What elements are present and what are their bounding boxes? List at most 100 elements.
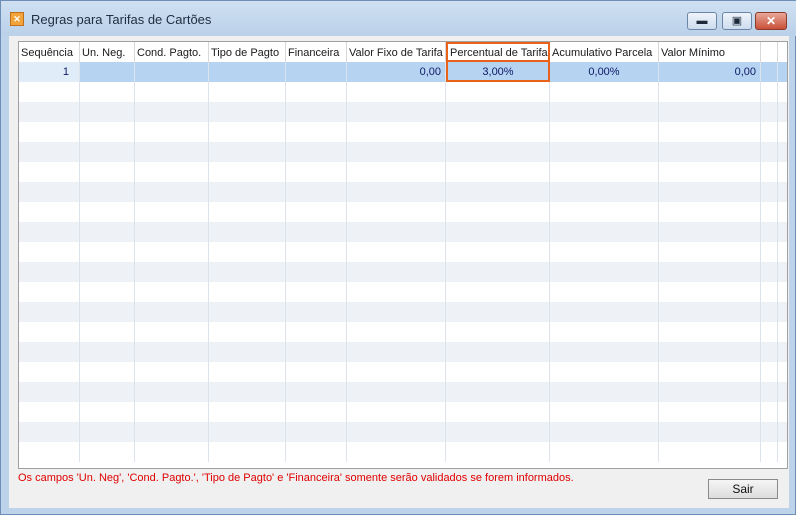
empty-cell[interactable] [80, 382, 135, 402]
column-header-un-neg[interactable]: Un. Neg. [80, 42, 135, 62]
empty-cell[interactable] [209, 442, 286, 462]
empty-cell[interactable] [659, 342, 761, 362]
empty-cell[interactable] [209, 202, 286, 222]
empty-cell[interactable] [286, 362, 347, 382]
empty-cell[interactable] [347, 382, 446, 402]
empty-cell[interactable] [209, 302, 286, 322]
empty-cell[interactable] [761, 342, 778, 362]
empty-cell[interactable] [135, 202, 209, 222]
empty-cell[interactable] [286, 102, 347, 122]
empty-cell[interactable] [80, 82, 135, 102]
empty-cell[interactable] [761, 322, 778, 342]
empty-cell[interactable] [209, 182, 286, 202]
empty-cell[interactable] [135, 242, 209, 262]
empty-cell[interactable] [209, 162, 286, 182]
empty-cell[interactable] [550, 122, 659, 142]
empty-row[interactable] [19, 222, 787, 242]
empty-cell[interactable] [80, 242, 135, 262]
empty-cell[interactable] [80, 202, 135, 222]
empty-cell[interactable] [347, 102, 446, 122]
cell-cond-pagto[interactable] [135, 62, 209, 82]
empty-cell[interactable] [135, 322, 209, 342]
empty-cell[interactable] [659, 422, 761, 442]
empty-cell[interactable] [209, 322, 286, 342]
empty-cell[interactable] [286, 162, 347, 182]
empty-cell[interactable] [347, 342, 446, 362]
empty-cell[interactable] [19, 282, 80, 302]
empty-cell[interactable] [286, 82, 347, 102]
empty-cell[interactable] [80, 122, 135, 142]
empty-cell[interactable] [286, 262, 347, 282]
empty-cell[interactable] [80, 342, 135, 362]
title-bar[interactable]: ✕ Regras para Tarifas de Cartões ▬ ▣ ✕ [1, 1, 796, 36]
empty-cell[interactable] [347, 302, 446, 322]
cell-percentual[interactable]: 3,00% [446, 62, 550, 82]
empty-cell[interactable] [659, 222, 761, 242]
empty-cell[interactable] [135, 422, 209, 442]
empty-cell[interactable] [19, 102, 80, 122]
empty-row[interactable] [19, 302, 787, 322]
empty-cell[interactable] [659, 122, 761, 142]
empty-row[interactable] [19, 162, 787, 182]
empty-cell[interactable] [446, 262, 550, 282]
empty-cell[interactable] [550, 202, 659, 222]
empty-cell[interactable] [446, 82, 550, 102]
empty-cell[interactable] [19, 182, 80, 202]
column-header-valor-fixo[interactable]: Valor Fixo de Tarifa [347, 42, 446, 62]
empty-cell[interactable] [19, 422, 80, 442]
tarifas-grid[interactable]: Sequência Un. Neg. Cond. Pagto. Tipo de … [18, 41, 788, 469]
empty-cell[interactable] [135, 302, 209, 322]
column-header-tipo-pagto[interactable]: Tipo de Pagto [209, 42, 286, 62]
empty-cell[interactable] [19, 442, 80, 462]
empty-row[interactable] [19, 422, 787, 442]
table-row[interactable]: 1 0,00 3,00% 0,00% 0,00 [19, 62, 787, 82]
empty-cell[interactable] [550, 162, 659, 182]
empty-cell[interactable] [659, 202, 761, 222]
empty-row[interactable] [19, 282, 787, 302]
empty-cell[interactable] [550, 362, 659, 382]
cell-tipo-pagto[interactable] [209, 62, 286, 82]
empty-cell[interactable] [550, 142, 659, 162]
empty-cell[interactable] [659, 102, 761, 122]
empty-cell[interactable] [659, 82, 761, 102]
empty-cell[interactable] [446, 302, 550, 322]
column-header-cond-pagto[interactable]: Cond. Pagto. [135, 42, 209, 62]
empty-cell[interactable] [347, 122, 446, 142]
close-button[interactable]: ✕ [755, 12, 787, 30]
empty-row[interactable] [19, 182, 787, 202]
cell-financeira[interactable] [286, 62, 347, 82]
empty-cell[interactable] [19, 342, 80, 362]
empty-row[interactable] [19, 362, 787, 382]
empty-cell[interactable] [347, 242, 446, 262]
cell-acumulativo[interactable]: 0,00% [550, 62, 659, 82]
empty-cell[interactable] [659, 322, 761, 342]
empty-cell[interactable] [209, 382, 286, 402]
empty-cell[interactable] [347, 262, 446, 282]
empty-cell[interactable] [761, 402, 778, 422]
empty-cell[interactable] [209, 142, 286, 162]
empty-cell[interactable] [446, 142, 550, 162]
empty-cell[interactable] [446, 122, 550, 142]
column-header-financeira[interactable]: Financeira [286, 42, 347, 62]
empty-cell[interactable] [19, 302, 80, 322]
empty-cell[interactable] [80, 442, 135, 462]
empty-cell[interactable] [550, 322, 659, 342]
empty-cell[interactable] [135, 362, 209, 382]
empty-cell[interactable] [286, 422, 347, 442]
empty-cell[interactable] [659, 302, 761, 322]
empty-cell[interactable] [446, 402, 550, 422]
empty-cell[interactable] [659, 162, 761, 182]
empty-cell[interactable] [135, 182, 209, 202]
empty-cell[interactable] [347, 422, 446, 442]
empty-cell[interactable] [446, 242, 550, 262]
cell-valor-minimo[interactable]: 0,00 [659, 62, 761, 82]
empty-cell[interactable] [286, 402, 347, 422]
empty-cell[interactable] [659, 142, 761, 162]
empty-cell[interactable] [19, 262, 80, 282]
empty-cell[interactable] [347, 402, 446, 422]
empty-cell[interactable] [135, 222, 209, 242]
empty-cell[interactable] [550, 282, 659, 302]
empty-cell[interactable] [347, 82, 446, 102]
empty-cell[interactable] [761, 202, 778, 222]
empty-cell[interactable] [347, 162, 446, 182]
